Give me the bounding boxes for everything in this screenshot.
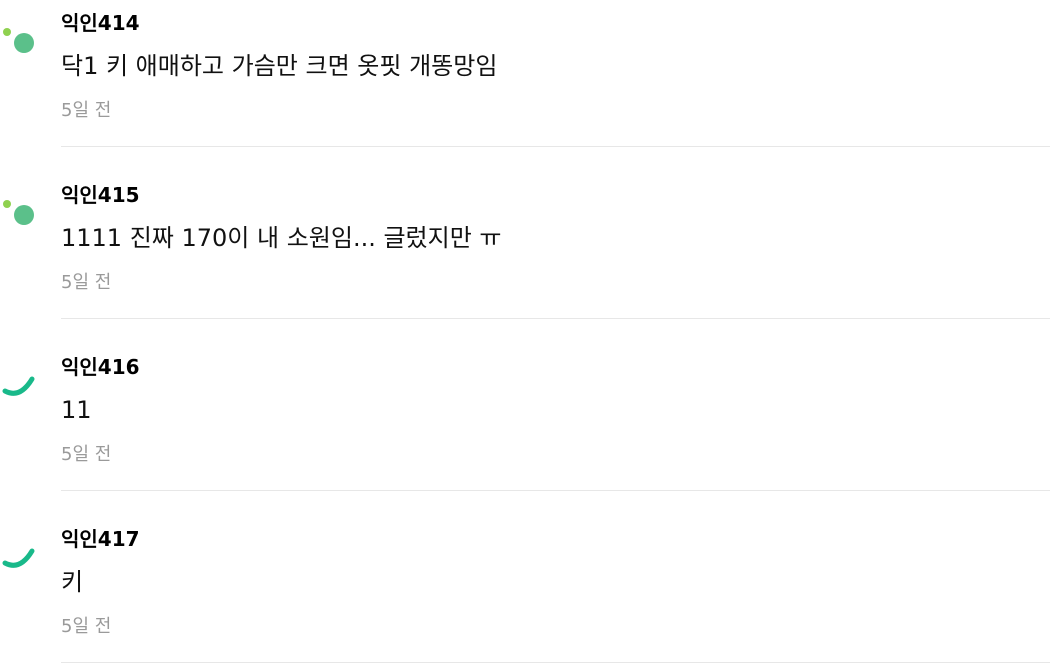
dot-avatar-icon[interactable] bbox=[0, 197, 40, 237]
arc-avatar-icon[interactable] bbox=[0, 369, 40, 409]
comment-time: 5일 전 bbox=[61, 444, 112, 465]
comment-item: 익인415 1111 진짜 170이 내 소원임... 글렀지만 ㅠ 5일 전 bbox=[0, 172, 1050, 344]
dot-avatar-icon[interactable] bbox=[0, 25, 40, 65]
comment-author[interactable]: 익인417 bbox=[61, 527, 140, 551]
divider bbox=[61, 490, 1050, 491]
comment-author[interactable]: 익인415 bbox=[61, 183, 140, 207]
arc-avatar-icon[interactable] bbox=[0, 541, 40, 581]
comment-text: 키 bbox=[61, 568, 84, 596]
comment-item: 익인416 11 5일 전 bbox=[0, 344, 1050, 516]
comment-time: 5일 전 bbox=[61, 616, 112, 637]
comment-list: 익인414 닥1 키 애매하고 가슴만 크면 옷핏 개똥망임 5일 전 익인41… bbox=[0, 0, 1050, 670]
comment-item: 익인417 키 5일 전 bbox=[0, 516, 1050, 670]
comment-author[interactable]: 익인414 bbox=[61, 11, 140, 35]
divider bbox=[61, 662, 1050, 663]
divider bbox=[61, 318, 1050, 319]
comment-time: 5일 전 bbox=[61, 100, 112, 121]
comment-text: 닥1 키 애매하고 가슴만 크면 옷핏 개똥망임 bbox=[61, 52, 498, 80]
comment-author[interactable]: 익인416 bbox=[61, 355, 140, 379]
comment-time: 5일 전 bbox=[61, 272, 112, 293]
comment-text: 1111 진짜 170이 내 소원임... 글렀지만 ㅠ bbox=[61, 224, 502, 252]
comment-item: 익인414 닥1 키 애매하고 가슴만 크면 옷핏 개똥망임 5일 전 bbox=[0, 0, 1050, 172]
divider bbox=[61, 146, 1050, 147]
comment-text: 11 bbox=[61, 396, 92, 424]
